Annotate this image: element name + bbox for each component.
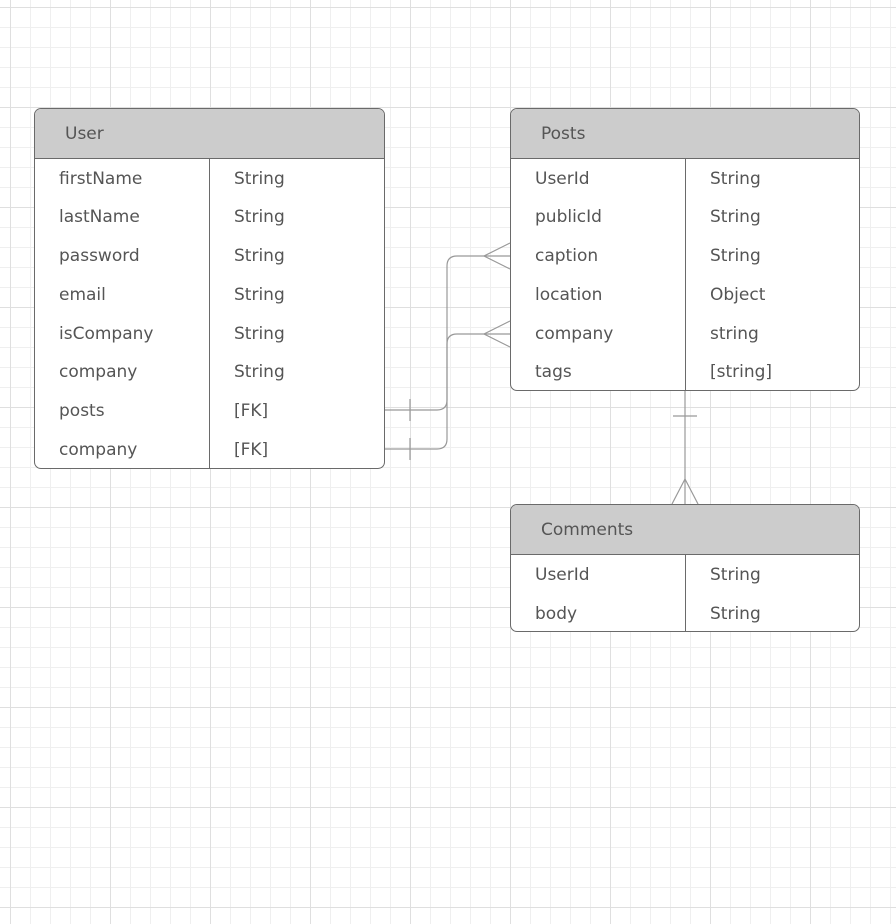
field-type: String [710, 604, 761, 624]
field-type: string [710, 324, 759, 344]
field-type: String [234, 169, 285, 189]
field-name: company [535, 324, 614, 344]
field-type: String [710, 246, 761, 266]
field-name: caption [535, 246, 599, 266]
many-crowsfoot [671, 477, 699, 505]
relationship-posts-to-comments[interactable] [671, 391, 699, 505]
field-type: String [710, 565, 761, 585]
field-row[interactable]: body String [511, 604, 859, 628]
field-row[interactable]: publicId String [511, 207, 859, 231]
field-row[interactable]: location Object [511, 285, 859, 309]
field-name: password [59, 246, 140, 266]
field-name: company [59, 362, 138, 382]
field-name: tags [535, 362, 572, 382]
field-row[interactable]: email String [35, 285, 384, 309]
entity-user-title: User [35, 109, 384, 159]
field-type: [FK] [234, 401, 269, 421]
entity-comments-title: Comments [511, 505, 859, 555]
field-type: String [234, 207, 285, 227]
connector-line [385, 255, 510, 411]
field-row[interactable]: posts [FK] [35, 401, 384, 425]
field-name: firstName [59, 169, 143, 189]
field-row[interactable]: UserId String [511, 565, 859, 589]
relationship-user-posts-to-posts-caption[interactable] [385, 242, 511, 421]
field-row[interactable]: UserId String [511, 169, 859, 193]
field-type: [FK] [234, 440, 269, 460]
connector-line [385, 333, 510, 450]
relationship-user-company-to-posts-company[interactable] [385, 320, 511, 460]
field-row[interactable]: isCompany String [35, 324, 384, 348]
entity-comments-fields: UserId String body String [511, 555, 859, 631]
field-row[interactable]: caption String [511, 246, 859, 270]
field-name: body [535, 604, 578, 624]
field-name: isCompany [59, 324, 154, 344]
entity-posts-title: Posts [511, 109, 859, 159]
field-name: location [535, 285, 603, 305]
field-row[interactable]: tags [string] [511, 362, 859, 386]
field-row[interactable]: company [FK] [35, 440, 384, 464]
field-type: Object [710, 285, 766, 305]
entity-user[interactable]: User firstName String lastName String pa… [34, 108, 385, 469]
field-type: String [710, 207, 761, 227]
field-type: String [234, 362, 285, 382]
field-type: String [710, 169, 761, 189]
field-row[interactable]: lastName String [35, 207, 384, 231]
field-name: lastName [59, 207, 140, 227]
field-type: String [234, 246, 285, 266]
field-name: company [59, 440, 138, 460]
field-row[interactable]: password String [35, 246, 384, 270]
field-type: String [234, 324, 285, 344]
many-crowsfoot [482, 320, 511, 348]
field-row[interactable]: firstName String [35, 169, 384, 193]
entity-comments[interactable]: Comments UserId String body String [510, 504, 860, 632]
field-name: UserId [535, 565, 590, 585]
field-type: String [234, 285, 285, 305]
field-row[interactable]: company String [35, 362, 384, 386]
entity-posts[interactable]: Posts UserId String publicId String capt… [510, 108, 860, 391]
column-divider [685, 159, 686, 390]
field-name: posts [59, 401, 105, 421]
field-name: publicId [535, 207, 602, 227]
field-type: [string] [710, 362, 773, 382]
entity-user-fields: firstName String lastName String passwor… [35, 159, 384, 468]
field-name: UserId [535, 169, 590, 189]
field-name: email [59, 285, 106, 305]
entity-posts-fields: UserId String publicId String caption St… [511, 159, 859, 390]
many-crowsfoot [482, 242, 511, 270]
field-row[interactable]: company string [511, 324, 859, 348]
